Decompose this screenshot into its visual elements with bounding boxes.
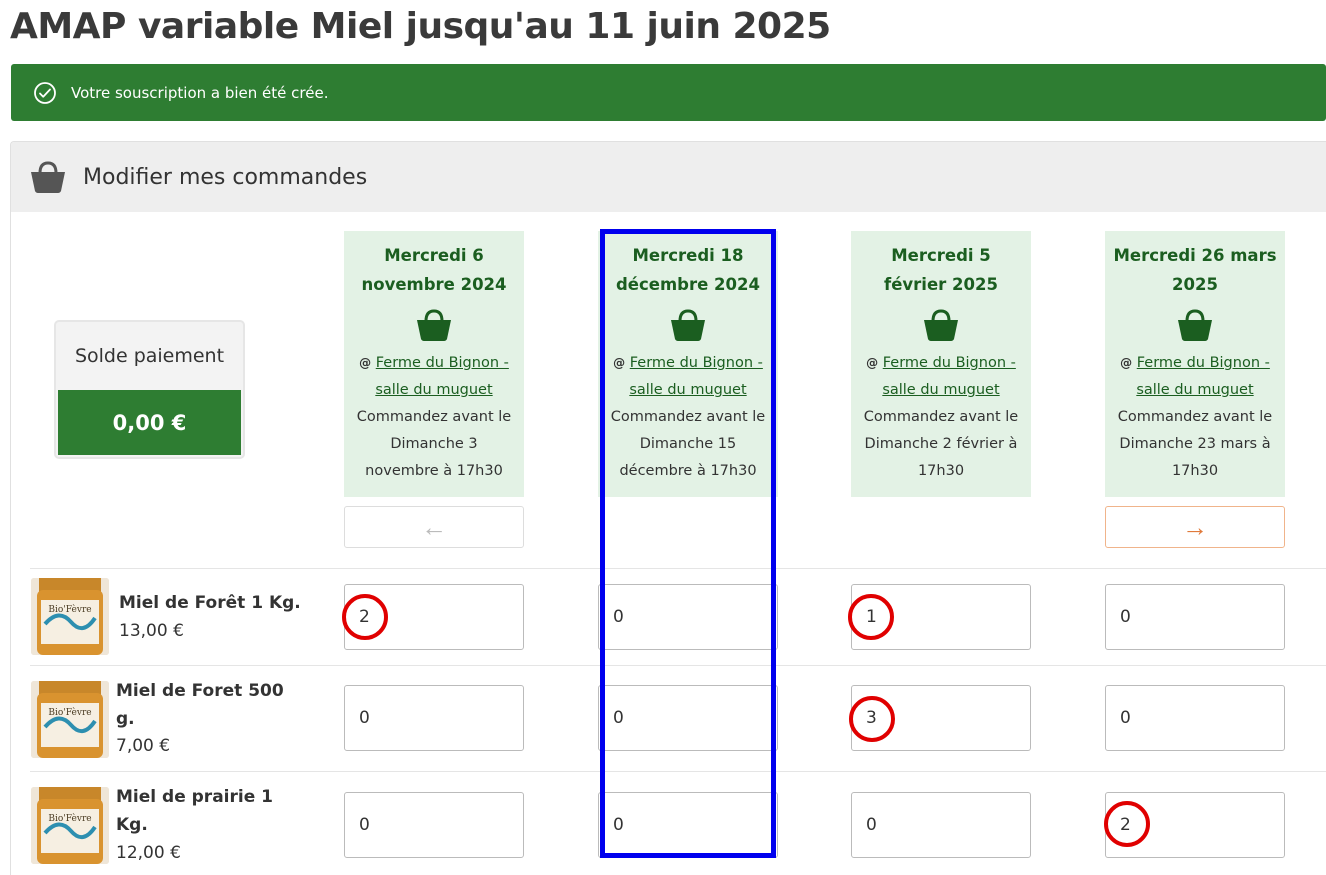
- honey-jar-icon: Bio'Fèvre: [31, 681, 109, 758]
- red-annotation-circle: [848, 594, 894, 640]
- quantity-input[interactable]: 0: [1105, 685, 1285, 751]
- product-name: Miel de Forêt 1 Kg.: [119, 593, 301, 613]
- product-price: 12,00 €: [116, 843, 181, 863]
- svg-text:Bio'Fèvre: Bio'Fèvre: [48, 813, 91, 824]
- order-deadline: Commandez avant le Dimanche 2 février à …: [863, 409, 1019, 479]
- page-title: AMAP variable Miel jusqu'au 11 juin 2025: [10, 6, 831, 47]
- check-circle-icon: [34, 81, 56, 104]
- product-price: 7,00 €: [116, 736, 171, 756]
- quantity-input[interactable]: 0: [344, 685, 524, 751]
- balance-label: Solde paiement: [74, 345, 225, 367]
- at-sign: @: [613, 356, 626, 370]
- delivery-date: Mercredi 26 mars 2025: [1113, 246, 1277, 294]
- delivery-date: Mercredi 6 novembre 2024: [361, 246, 507, 294]
- date-card: Mercredi 26 mars 2025 @ Ferme du Bignon …: [1105, 231, 1285, 497]
- quantity-input[interactable]: 0: [598, 792, 778, 858]
- previous-dates-button[interactable]: ←: [344, 506, 524, 548]
- row-divider: [30, 665, 1326, 666]
- svg-text:Bio'Fèvre: Bio'Fèvre: [48, 707, 91, 718]
- product-image: Bio'Fèvre: [31, 578, 109, 655]
- red-annotation-circle: [342, 594, 388, 640]
- balance-value: 0,00 €: [58, 390, 241, 455]
- row-divider: [30, 568, 1326, 569]
- quantity-input[interactable]: 0: [598, 685, 778, 751]
- alert-message: Votre souscription a bien été crée.: [71, 83, 329, 102]
- delivery-date: Mercredi 18 décembre 2024: [616, 246, 760, 294]
- date-card: Mercredi 6 novembre 2024 @ Ferme du Bign…: [344, 231, 524, 497]
- quantity-input[interactable]: 0: [344, 792, 524, 858]
- arrow-left-icon: ←: [421, 511, 447, 542]
- arrow-right-icon: →: [1182, 511, 1208, 542]
- basket-icon: [1178, 309, 1212, 341]
- at-sign: @: [866, 356, 879, 370]
- location-link[interactable]: Ferme du Bignon - salle du muguet: [1136, 355, 1270, 398]
- next-dates-button[interactable]: →: [1105, 506, 1285, 548]
- product-price: 13,00 €: [119, 621, 184, 641]
- order-deadline: Commandez avant le Dimanche 15 décembre …: [610, 409, 766, 479]
- balance-box: Solde paiement 0,00 €: [54, 320, 245, 459]
- at-sign: @: [359, 356, 372, 370]
- product-name: Miel de prairie 1 Kg.: [116, 787, 273, 835]
- product-image: Bio'Fèvre: [31, 787, 109, 864]
- honey-jar-icon: Bio'Fèvre: [31, 578, 109, 655]
- order-deadline: Commandez avant le Dimanche 3 novembre à…: [356, 409, 512, 479]
- honey-jar-icon: Bio'Fèvre: [31, 787, 109, 864]
- date-card: Mercredi 18 décembre 2024 @ Ferme du Big…: [598, 231, 778, 497]
- basket-icon: [671, 309, 705, 341]
- basket-icon: [924, 309, 958, 341]
- date-card: Mercredi 5 février 2025 @ Ferme du Bigno…: [851, 231, 1031, 497]
- quantity-input[interactable]: 0: [851, 792, 1031, 858]
- row-divider: [30, 771, 1326, 772]
- order-deadline: Commandez avant le Dimanche 23 mars à 17…: [1117, 409, 1273, 479]
- red-annotation-circle: [1104, 801, 1150, 847]
- product-image: Bio'Fèvre: [31, 681, 109, 758]
- success-alert: Votre souscription a bien été crée.: [11, 64, 1326, 121]
- location-link[interactable]: Ferme du Bignon - salle du muguet: [629, 355, 763, 398]
- panel-title: Modifier mes commandes: [83, 164, 368, 190]
- red-annotation-circle: [849, 696, 895, 742]
- location-link[interactable]: Ferme du Bignon - salle du muguet: [882, 355, 1016, 398]
- basket-icon: [417, 309, 451, 341]
- at-sign: @: [1120, 356, 1133, 370]
- svg-text:Bio'Fèvre: Bio'Fèvre: [48, 604, 91, 615]
- panel-header: Modifier mes commandes: [11, 142, 1326, 212]
- location-link[interactable]: Ferme du Bignon - salle du muguet: [375, 355, 509, 398]
- product-name: Miel de Foret 500 g.: [116, 681, 284, 729]
- quantity-input[interactable]: 0: [598, 584, 778, 650]
- basket-icon: [31, 161, 65, 193]
- delivery-date: Mercredi 5 février 2025: [884, 246, 998, 294]
- quantity-input[interactable]: 0: [1105, 584, 1285, 650]
